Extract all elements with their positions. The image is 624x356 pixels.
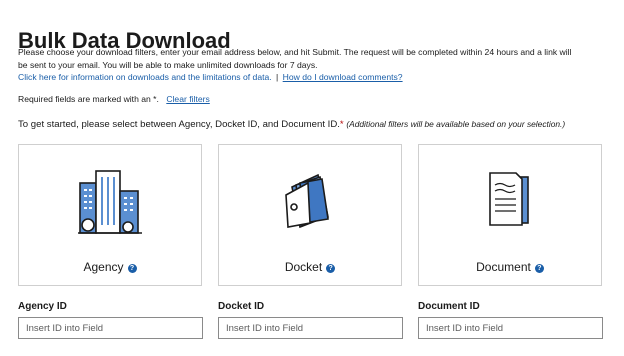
download-info-link[interactable]: Click here for information on downloads … bbox=[18, 72, 272, 82]
document-id-label: Document ID bbox=[418, 301, 480, 312]
selection-prompt: To get started, please select between Ag… bbox=[18, 119, 565, 130]
agency-id-label: Agency ID bbox=[18, 301, 67, 312]
prompt-note: (Additional filters will be available ba… bbox=[346, 119, 566, 129]
document-label-text: Document bbox=[476, 260, 531, 274]
document-card[interactable]: Document? bbox=[418, 144, 602, 286]
document-id-input[interactable] bbox=[418, 317, 603, 339]
agency-help-icon[interactable]: ? bbox=[127, 264, 137, 273]
download-comments-link[interactable]: How do I download comments? bbox=[283, 72, 403, 82]
docket-card[interactable]: Docket? bbox=[218, 144, 402, 286]
clear-filters-link[interactable]: Clear filters bbox=[166, 94, 209, 104]
docket-id-label: Docket ID bbox=[218, 301, 265, 312]
docket-label-text: Docket bbox=[284, 260, 323, 274]
buildings-icon bbox=[78, 165, 142, 240]
document-card-label: Document? bbox=[419, 260, 601, 274]
required-star: * bbox=[339, 119, 344, 130]
folder-papers-icon bbox=[280, 165, 340, 234]
agency-card-label: Agency? bbox=[19, 260, 201, 274]
agency-label-text: Agency bbox=[83, 260, 124, 274]
agency-id-input[interactable] bbox=[18, 317, 203, 339]
document-icon bbox=[486, 169, 534, 234]
intro-links: Click here for information on downloads … bbox=[18, 71, 403, 83]
required-note: Required fields are marked with an *. Cl… bbox=[18, 94, 210, 104]
intro-text: Please choose your download filters, ent… bbox=[18, 47, 572, 70]
docket-id-input[interactable] bbox=[218, 317, 403, 339]
docket-help-icon[interactable]: ? bbox=[326, 264, 336, 273]
agency-card[interactable]: Agency? bbox=[18, 144, 202, 286]
required-text: Required fields are marked with an *. bbox=[18, 94, 159, 104]
document-help-icon[interactable]: ? bbox=[534, 264, 544, 273]
link-separator: | bbox=[276, 72, 279, 82]
prompt-text: To get started, please select between Ag… bbox=[18, 119, 340, 130]
docket-card-label: Docket? bbox=[219, 260, 401, 274]
